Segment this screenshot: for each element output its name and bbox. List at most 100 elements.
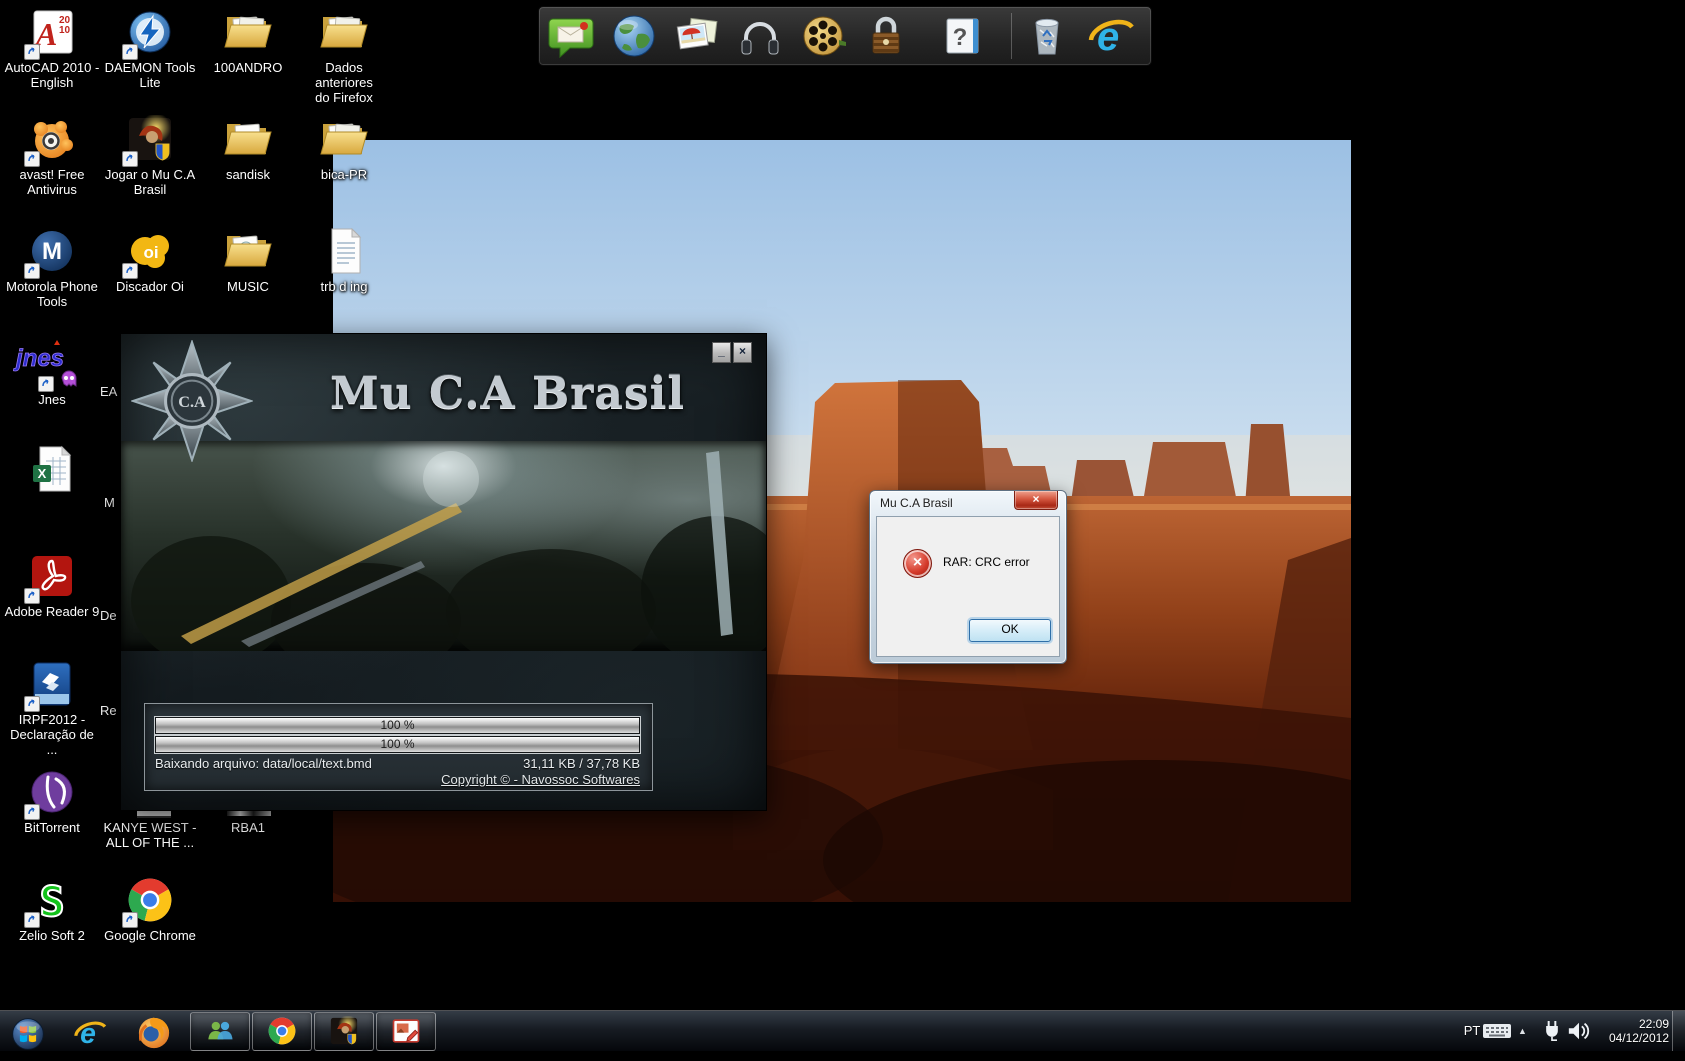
svg-text:M: M [42, 238, 62, 265]
icon-label: Zelio Soft 2 [4, 928, 100, 943]
taskbar-internet-explorer[interactable]: e [70, 1013, 110, 1049]
taskbar-firefox[interactable] [134, 1013, 174, 1049]
desktop-icon-adobe-reader[interactable]: Adobe Reader 9 [4, 552, 100, 619]
help-icon[interactable]: ? [939, 12, 987, 60]
dialog-client-area: × RAR: CRC error OK [876, 516, 1060, 657]
show-desktop-button[interactable] [1672, 1011, 1685, 1051]
icon-label: Adobe Reader 9 [4, 604, 100, 619]
mail-icon[interactable] [547, 12, 595, 60]
desktop-icon-bittorrent[interactable]: BitTorrent [4, 768, 100, 835]
volume-icon[interactable] [1567, 1011, 1591, 1060]
desktop-icon-chrome[interactable]: Google Chrome [102, 876, 198, 943]
desktop-icon-music[interactable]: MUSIC [200, 227, 296, 294]
shortcut-arrow-icon [24, 588, 40, 604]
desktop-icon-sandisk[interactable]: sandisk [200, 115, 296, 182]
shortcut-arrow-icon [122, 912, 138, 928]
keyboard-icon[interactable] [1482, 1011, 1512, 1061]
desktop: { "desktop": { "icons": [ {"id":"autocad… [0, 0, 1685, 1050]
desktop-icon-discador-oi[interactable]: oi Discador Oi [102, 227, 198, 294]
folder-icon [320, 8, 368, 52]
icon-label: BitTorrent [4, 820, 100, 835]
svg-text:oi: oi [143, 243, 158, 262]
start-button[interactable] [8, 1013, 48, 1049]
windows-orb-icon [10, 1016, 46, 1052]
taskbar-button-messenger[interactable] [190, 1012, 250, 1051]
error-icon: × [903, 549, 932, 578]
desktop-icon-trb-document[interactable]: trb d ing [296, 227, 392, 294]
desktop-icon-kanye-west[interactable]: KANYE WEST -ALL OF THE ... [102, 820, 198, 850]
desktop-icon-avast[interactable]: avast! FreeAntivirus [4, 115, 100, 197]
show-hidden-icons-arrow[interactable]: ▲ [1518, 1011, 1527, 1051]
desktop-icon-excel-document[interactable]: X [4, 445, 100, 497]
download-size-text: 31,11 KB / 37,78 KB [523, 756, 640, 771]
svg-text:e: e [80, 1018, 96, 1050]
progress-bar-total: 100 % [154, 716, 641, 735]
taskbar-button-chrome[interactable] [252, 1012, 312, 1051]
icon-label: KANYE WEST -ALL OF THE ... [102, 820, 198, 850]
desktop-icon-dados-firefox[interactable]: Dados anterioresdo Firefox [296, 8, 392, 105]
shortcut-arrow-icon [122, 263, 138, 279]
desktop-icon-autocad[interactable]: A2010 AutoCAD 2010 -English [4, 8, 100, 90]
window-header: C.A Mu C.A Brasil [121, 334, 766, 441]
icon-label: bica-PR [296, 167, 392, 182]
firefox-icon [137, 1016, 171, 1050]
dialog-title[interactable]: Mu C.A Brasil [880, 496, 953, 510]
text-document-icon [320, 227, 368, 275]
internet-explorer-icon[interactable]: e [1087, 12, 1135, 60]
svg-text:S: S [39, 877, 64, 924]
svg-text:jnes: jnes [13, 345, 64, 372]
close-button[interactable]: × [733, 342, 752, 363]
security-lock-icon[interactable] [862, 12, 910, 60]
dock-separator [1011, 13, 1012, 59]
shortcut-arrow-icon [24, 151, 40, 167]
desktop-icon-bica-pr[interactable]: bica-PR [296, 115, 392, 182]
icon-label: Discador Oi [102, 279, 198, 294]
chrome-icon [267, 1016, 297, 1046]
icon-label: trb d ing [296, 279, 392, 294]
icon-label: Motorola PhoneTools [4, 279, 100, 309]
taskbar-button-mu-game[interactable] [314, 1012, 374, 1051]
copyright-link[interactable]: Copyright © - Navossoc Softwares [441, 772, 640, 787]
minimize-button[interactable]: _ [712, 342, 731, 363]
internet-globe-icon[interactable] [610, 12, 658, 60]
desktop-icon-zelio[interactable]: S Zelio Soft 2 [4, 876, 100, 943]
hidden-icon-label-fragment: De [100, 608, 117, 623]
internet-explorer-icon: e [73, 1016, 107, 1050]
picture-manager-icon [391, 1016, 421, 1046]
svg-text:?: ? [953, 24, 968, 51]
shortcut-arrow-icon [24, 912, 40, 928]
photos-icon[interactable] [673, 12, 721, 60]
ok-button[interactable]: OK [969, 619, 1051, 642]
language-indicator[interactable]: PT [1460, 1011, 1484, 1051]
clock[interactable]: 22:09 04/12/2012 [1593, 1011, 1669, 1057]
desktop-icon-daemon-tools[interactable]: DAEMON ToolsLite [102, 8, 198, 90]
desktop-icon-motorola[interactable]: M Motorola PhoneTools [4, 227, 100, 309]
svg-text:e: e [1097, 15, 1119, 59]
desktop-icon-jogar-mu[interactable]: Jogar o Mu C.ABrasil [102, 115, 198, 197]
icon-label: AutoCAD 2010 -English [4, 60, 100, 90]
hidden-icon-label-fragment: EA [100, 384, 117, 399]
desktop-icon-rba1[interactable]: RBA1 [200, 820, 296, 835]
folder-icon [224, 227, 272, 271]
music-headphones-icon[interactable] [736, 12, 784, 60]
icon-label: IRPF2012 -Declaração de ... [4, 712, 100, 757]
icon-label: Dados anterioresdo Firefox [296, 60, 392, 105]
recycle-bin-icon[interactable] [1023, 12, 1071, 60]
mu-game-icon [329, 1016, 359, 1046]
video-film-reel-icon[interactable] [799, 12, 847, 60]
icon-label: Google Chrome [102, 928, 198, 943]
desktop-icon-jnes[interactable]: jnes Jnes [4, 340, 100, 407]
hidden-icon-label-fragment: Re [100, 703, 117, 718]
hidden-icon-label-fragment: M [104, 495, 115, 510]
icon-label: RBA1 [200, 820, 296, 835]
mu-ca-compass-logo-icon: C.A [131, 340, 253, 462]
power-plug-icon[interactable] [1542, 1011, 1562, 1059]
icon-label: 100ANDRO [200, 60, 296, 75]
desktop-icon-100andro[interactable]: 100ANDRO [200, 8, 296, 75]
dialog-close-button[interactable]: × [1014, 491, 1058, 510]
excel-document-icon: X [28, 445, 76, 493]
icon-label: Jnes [4, 392, 100, 407]
top-dock: ? e [538, 6, 1152, 66]
taskbar-button-picture-manager[interactable] [376, 1012, 436, 1051]
desktop-icon-irpf2012[interactable]: IRPF2012 -Declaração de ... [4, 660, 100, 757]
